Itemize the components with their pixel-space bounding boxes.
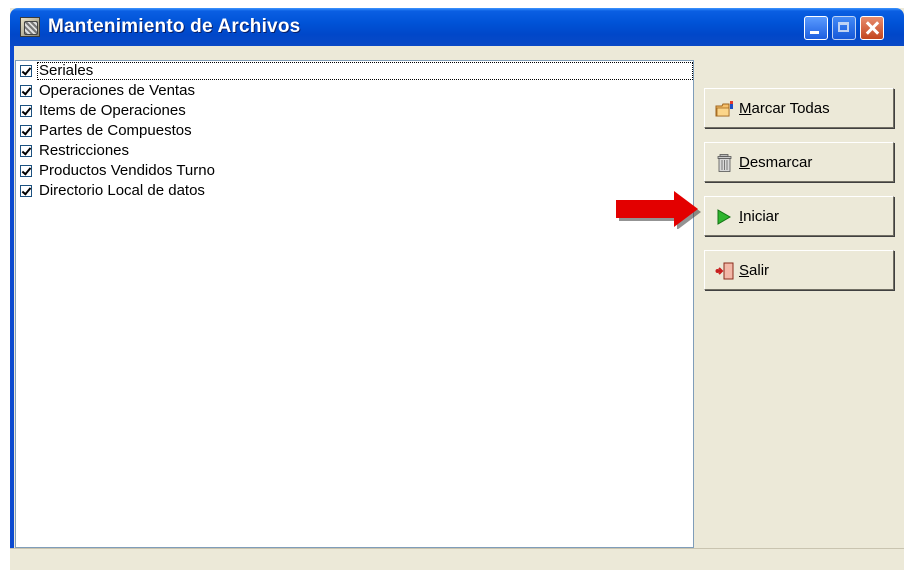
- desmarcar-label: Desmarcar: [739, 153, 812, 173]
- window-frame-left: [10, 46, 14, 549]
- desmarcar-button[interactable]: Desmarcar: [704, 142, 894, 182]
- list-item-label: Partes de Compuestos: [39, 122, 192, 139]
- checkbox[interactable]: [20, 145, 32, 157]
- list-item-label: Restricciones: [39, 142, 130, 159]
- app-window: Mantenimiento de Archivos Seriales Opera…: [10, 8, 904, 570]
- button-text: arcar Todas: [751, 100, 830, 117]
- play-icon: [717, 209, 731, 225]
- app-icon[interactable]: [20, 17, 40, 37]
- checkbox[interactable]: [20, 85, 32, 97]
- minimize-button[interactable]: [804, 16, 828, 40]
- list-item-label: Seriales: [39, 62, 94, 79]
- list-item-restricciones[interactable]: Restricciones: [16, 141, 693, 161]
- checkbox[interactable]: [20, 65, 32, 77]
- exit-door-icon: [715, 262, 734, 280]
- marcar-todas-button[interactable]: Marcar Todas: [704, 88, 894, 128]
- mnemonic: S: [739, 262, 750, 279]
- trash-icon: [717, 154, 732, 172]
- file-checklist[interactable]: Seriales Operaciones de Ventas Items de …: [15, 60, 694, 548]
- salir-label: Salir: [739, 261, 769, 281]
- button-text: esmarcar: [749, 154, 813, 171]
- maximize-button[interactable]: [832, 16, 856, 40]
- button-text: alir: [749, 262, 770, 279]
- mnemonic: M: [739, 100, 752, 117]
- list-item-label: Directorio Local de datos: [39, 182, 205, 199]
- mnemonic: D: [739, 154, 750, 171]
- red-arrow-icon: [616, 191, 701, 229]
- list-item-label: Productos Vendidos Turno: [39, 162, 215, 179]
- list-item-productos-vendidos[interactable]: Productos Vendidos Turno: [16, 161, 693, 181]
- checkbox[interactable]: [20, 165, 32, 177]
- status-bar: [10, 548, 904, 570]
- list-item-label: Items de Operaciones: [39, 102, 186, 119]
- window-title: Mantenimiento de Archivos: [48, 16, 301, 37]
- list-item-seriales[interactable]: Seriales: [16, 61, 693, 81]
- list-item-label: Operaciones de Ventas: [39, 82, 195, 99]
- checkbox[interactable]: [20, 105, 32, 117]
- focus-rect: [37, 62, 693, 80]
- iniciar-label: Iniciar: [739, 207, 779, 227]
- checkbox[interactable]: [20, 185, 32, 197]
- list-item-items-operaciones[interactable]: Items de Operaciones: [16, 101, 693, 121]
- checkbox[interactable]: [20, 125, 32, 137]
- salir-button[interactable]: Salir: [704, 250, 894, 290]
- folder-flag-icon: [715, 101, 733, 117]
- title-bar[interactable]: Mantenimiento de Archivos: [10, 8, 904, 46]
- marcar-todas-label: Marcar Todas: [739, 99, 830, 119]
- close-button[interactable]: [860, 16, 884, 40]
- list-item-operaciones-ventas[interactable]: Operaciones de Ventas: [16, 81, 693, 101]
- list-item-partes-compuestos[interactable]: Partes de Compuestos: [16, 121, 693, 141]
- iniciar-button[interactable]: Iniciar: [704, 196, 894, 236]
- button-text: niciar: [743, 208, 780, 225]
- list-item-directorio-local[interactable]: Directorio Local de datos: [16, 181, 693, 201]
